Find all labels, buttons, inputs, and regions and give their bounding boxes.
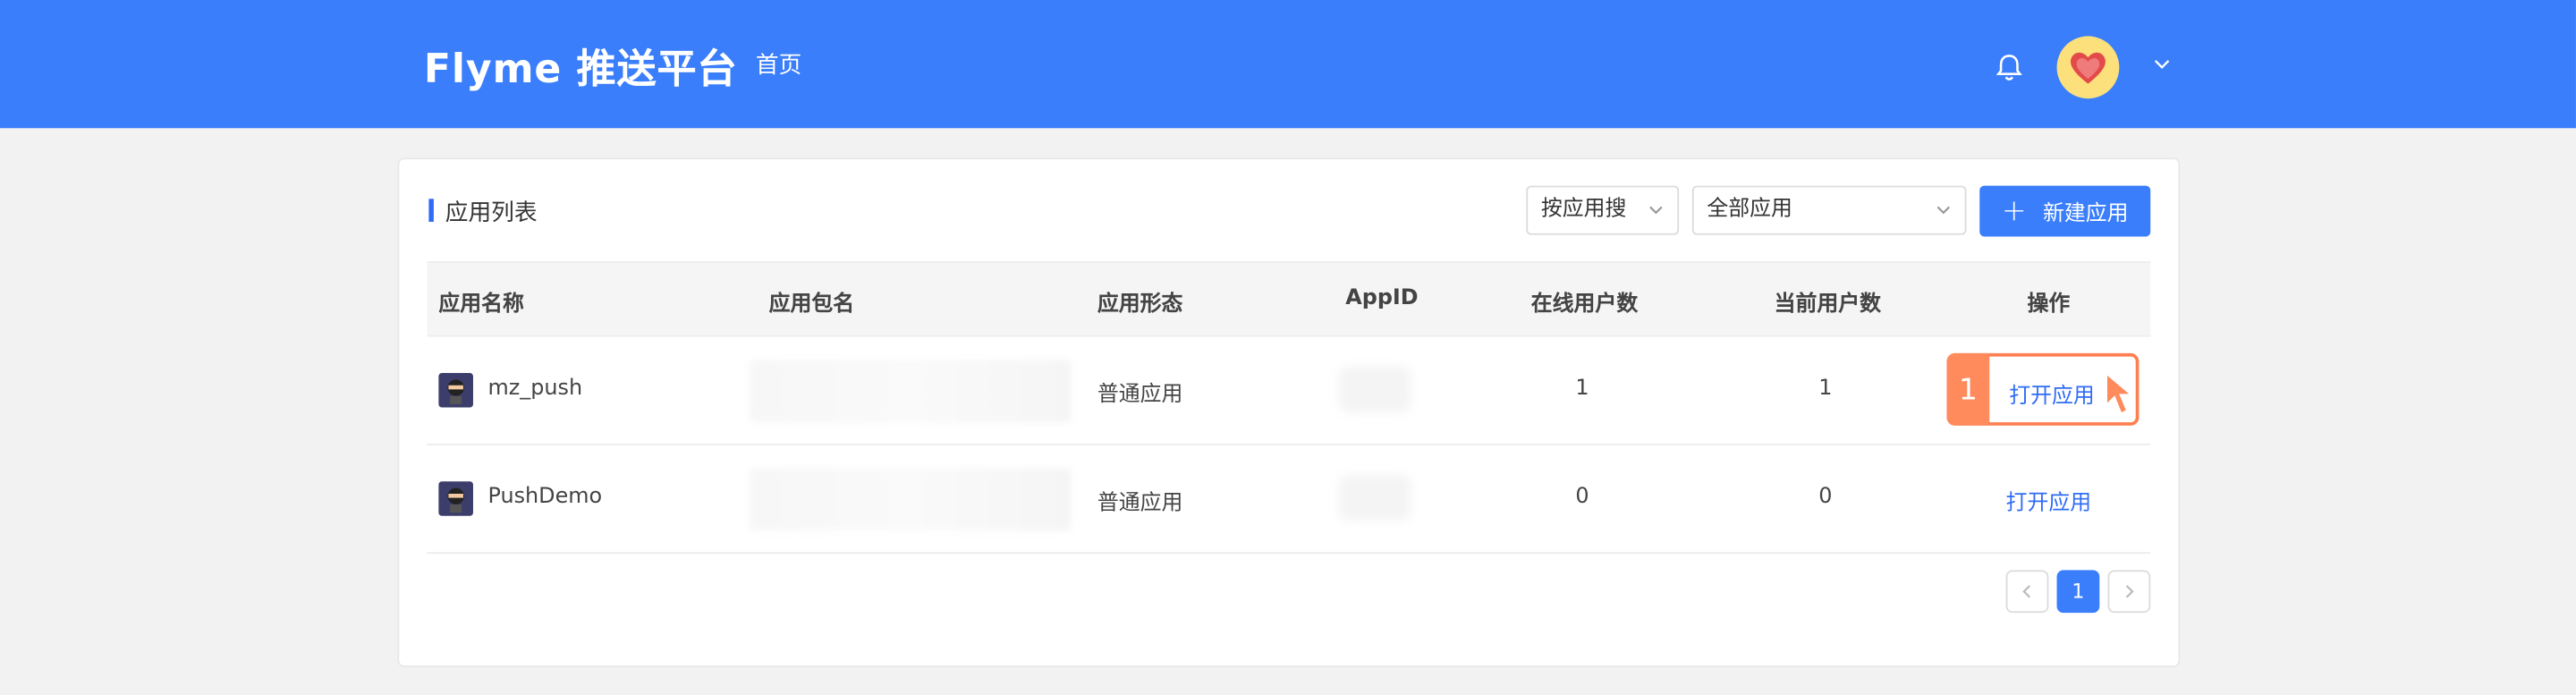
column-header: 应用包名: [768, 292, 855, 318]
open-app-link[interactable]: 打开应用: [2009, 377, 2095, 410]
app-form: 普通应用: [1097, 491, 1183, 516]
app-name: PushDemo: [487, 484, 603, 510]
chevron-down-icon: [1936, 206, 1951, 215]
table-header: 应用名称 应用包名 应用形态 AppID 在线用户数 当前用户数 操作: [427, 261, 2151, 337]
online-users: 1: [1575, 376, 1589, 402]
platform-logo[interactable]: Flyme 推送平台: [424, 36, 738, 93]
new-app-label: 新建应用: [2042, 201, 2129, 227]
next-page-button[interactable]: [2107, 570, 2151, 614]
user-avatar[interactable]: [2056, 36, 2120, 99]
step-badge: 1: [1946, 352, 1990, 426]
appid-redacted: [1338, 366, 1411, 413]
app-name: mz_push: [487, 376, 583, 402]
app-table: 应用名称 应用包名 应用形态 AppID 在线用户数 当前用户数 操作 mz_p…: [427, 261, 2151, 555]
online-users: 0: [1575, 484, 1589, 510]
plus-icon: +: [2001, 192, 2027, 228]
page-number-button[interactable]: 1: [2056, 570, 2100, 614]
search-type-select[interactable]: 按应用搜: [1526, 185, 1680, 235]
app-icon: [438, 372, 473, 408]
package-name-redacted: [749, 360, 1072, 423]
prev-page-button[interactable]: [2005, 570, 2049, 614]
chevron-right-icon: [2125, 585, 2134, 598]
pointer-cursor-icon: [2105, 370, 2136, 416]
column-header: 应用名称: [438, 292, 524, 318]
column-header: 操作: [2027, 292, 2071, 318]
search-type-label: 按应用搜: [1540, 197, 1627, 222]
heart-icon: [2070, 52, 2106, 84]
top-navbar: Flyme 推送平台 首页: [0, 0, 2576, 129]
table-row: mz_push 普通应用 1 1 1 打开应用: [427, 337, 2151, 445]
appid-redacted: [1338, 474, 1411, 521]
card-title: 应用列表: [445, 200, 538, 227]
current-users: 1: [1818, 376, 1833, 402]
chevron-down-icon: [1649, 206, 1663, 215]
app-icon: [438, 481, 473, 516]
chevron-left-icon: [2022, 585, 2031, 598]
column-header: 当前用户数: [1774, 292, 1882, 318]
app-form: 普通应用: [1097, 382, 1183, 408]
app-filter-label: 全部应用: [1707, 197, 1792, 222]
app-filter-select[interactable]: 全部应用: [1691, 185, 1967, 235]
open-app-link[interactable]: 打开应用: [2006, 485, 2092, 516]
new-app-button[interactable]: + 新建应用: [1979, 185, 2151, 237]
action-highlight: 1 打开应用: [1946, 352, 2140, 426]
chevron-down-icon[interactable]: [2152, 55, 2172, 74]
title-accent-bar: [428, 199, 434, 222]
package-name-redacted: [749, 468, 1072, 531]
app-list-card: 应用列表 按应用搜 全部应用 + 新建应用 应用名称 应用包名 应用形态 App…: [397, 157, 2181, 667]
column-header: AppID: [1345, 285, 1419, 311]
nav-home-link[interactable]: 首页: [756, 47, 801, 81]
column-header: 在线用户数: [1530, 292, 1639, 318]
column-header: 应用形态: [1097, 292, 1183, 318]
current-users: 0: [1818, 484, 1833, 510]
bell-icon[interactable]: [1993, 51, 2026, 84]
table-row: PushDemo 普通应用 0 0 打开应用: [427, 445, 2151, 555]
